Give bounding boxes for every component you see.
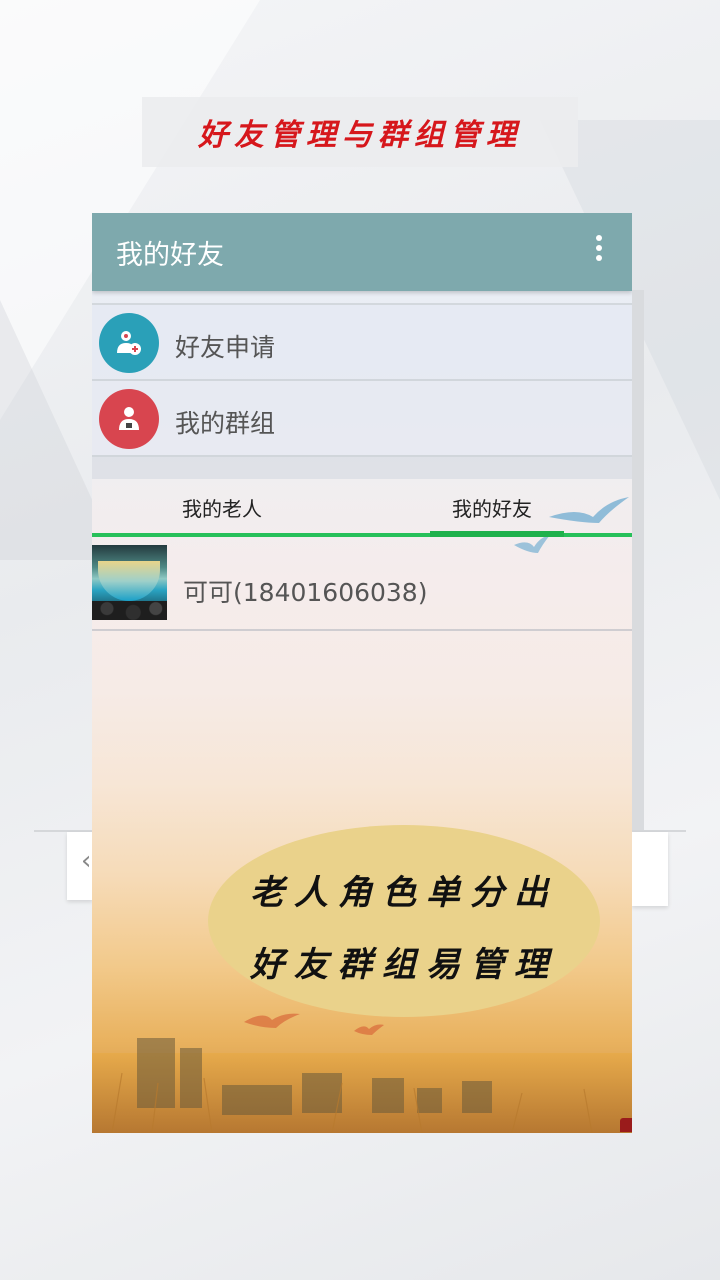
corner-mark (620, 1118, 632, 1132)
section-separator (92, 457, 632, 479)
promo-banner: 好友管理与群组管理 (142, 97, 578, 167)
bird-illustration (354, 1024, 384, 1035)
promo-line-2: 好友群组易管理 (250, 945, 558, 985)
tab-my-friends[interactable]: 我的好友 (452, 493, 532, 522)
prev-arrow-icon[interactable] (67, 832, 93, 900)
tab-selected-indicator (430, 531, 564, 537)
add-friend-icon (99, 313, 159, 373)
tab-my-elders[interactable]: 我的老人 (182, 493, 262, 522)
page-title: 我的好友 (116, 240, 224, 271)
group-icon (99, 389, 159, 449)
menu-item-my-groups[interactable]: 我的群组 (92, 381, 632, 457)
banner-title: 好友管理与群组管理 (198, 118, 522, 153)
app-bar: 我的好友 (92, 213, 632, 291)
promo-caption: 老人角色单分出 好友群组易管理 (208, 825, 600, 1017)
next-panel[interactable] (632, 832, 668, 906)
bird-illustration (244, 1013, 300, 1028)
friend-list-item[interactable]: 可可(18401606038) (92, 545, 632, 631)
more-vertical-icon[interactable] (590, 235, 608, 265)
menu-item-label: 我的群组 (175, 409, 276, 438)
avatar (92, 545, 167, 620)
menu-item-friend-requests[interactable]: 好友申请 (92, 305, 632, 381)
promo-line-1: 老人角色单分出 (250, 873, 558, 913)
menu-item-label: 好友申请 (175, 333, 276, 362)
tab-bar: 我的老人 我的好友 (92, 479, 632, 537)
device-frame-edge (632, 290, 644, 830)
friend-name: 可可(18401606038) (183, 578, 428, 607)
